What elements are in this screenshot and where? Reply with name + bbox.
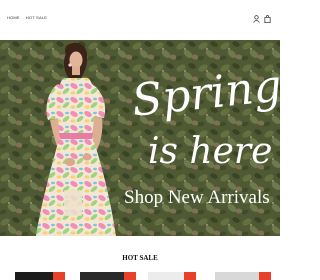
section-title: HOT SALE (122, 254, 158, 262)
sale-badge (259, 272, 271, 280)
header-icons (253, 15, 271, 23)
product-strip (0, 272, 280, 280)
product-card-2[interactable] (80, 272, 124, 280)
product-card-3[interactable] (148, 272, 184, 280)
product-card-1[interactable] (15, 272, 53, 280)
user-icon[interactable] (253, 15, 260, 23)
sale-badge (124, 272, 136, 280)
nav-item-home[interactable]: HOME (7, 15, 20, 20)
site-header: HOME Hot Sale (0, 0, 280, 40)
shopping-bag-icon[interactable] (264, 15, 271, 23)
hero-headline-line2: is here (148, 131, 273, 172)
sale-badge (184, 272, 196, 280)
product-card-4[interactable] (215, 272, 259, 280)
nav-item-hot-sale[interactable]: Hot Sale (26, 15, 47, 20)
shop-new-arrivals-link[interactable]: Shop New Arrivals (124, 187, 270, 209)
hero-banner[interactable]: Spring is here Shop New Arrivals (0, 40, 280, 236)
main-nav: HOME Hot Sale (7, 15, 47, 20)
sale-badge (53, 272, 65, 280)
